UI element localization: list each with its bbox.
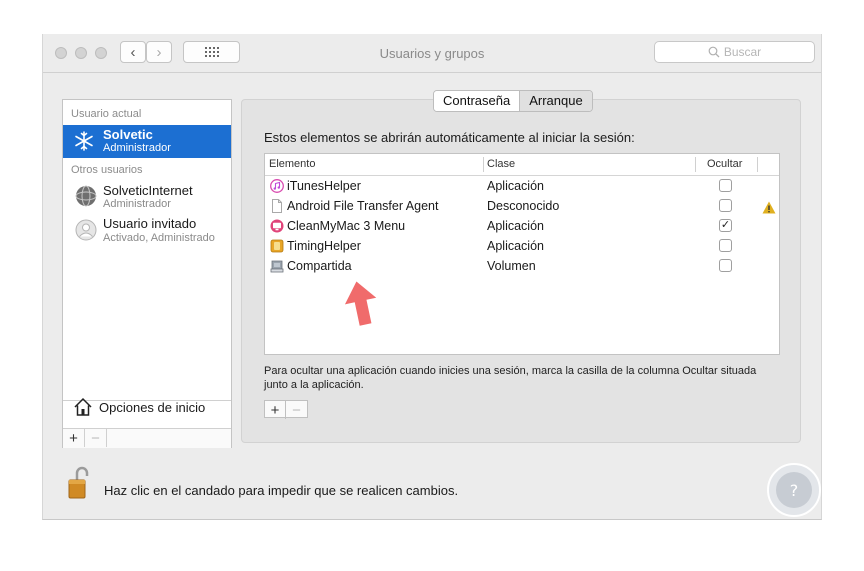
login-items-add-remove: + − [264,400,308,419]
guest-avatar-icon [75,219,97,241]
title-bar: ‹ › Usuarios y grupos Buscar [43,34,821,73]
login-items-table[interactable]: Elemento Clase Ocultar iTunesHelper Apli… [264,153,780,355]
item-name: CleanMyMac 3 Menu [287,219,406,233]
user-role: Activado, Administrado [103,232,215,244]
item-class: Aplicación [487,179,544,193]
table-row[interactable]: iTunesHelper Aplicación [265,176,779,196]
hide-checkbox[interactable] [719,239,732,252]
search-field[interactable]: Buscar [654,41,815,63]
current-user-heading: Usuario actual [71,108,142,120]
add-user-button[interactable]: + [63,429,85,447]
sidebar-item-solveticinternet[interactable]: SolveticInternet Administrador [63,180,231,212]
login-options-label: Opciones de inicio [99,400,206,415]
column-divider [483,157,484,172]
login-items-intro: Estos elementos se abrirán automáticamen… [264,130,635,145]
item-name: Android File Transfer Agent [287,199,439,213]
unlocked-padlock-icon[interactable] [67,466,89,500]
item-name: iTunesHelper [287,179,361,193]
user-role: Administrador [103,142,171,154]
column-header-class[interactable]: Clase [487,158,515,170]
sidebar-item-solvetic[interactable]: Solvetic Administrador [63,125,231,158]
tab-password[interactable]: Contraseña [434,91,520,111]
table-row[interactable]: CleanMyMac 3 Menu Aplicación ✓ [265,216,779,236]
preferences-window: ‹ › Usuarios y grupos Buscar Usuario act… [42,34,822,520]
itunes-icon [270,179,284,193]
user-name: Usuario invitado [103,216,197,231]
column-divider [757,157,758,172]
up-arrow-annotation-icon [344,281,377,326]
item-name: Compartida [287,259,352,273]
remove-login-item-button[interactable]: − [286,401,307,419]
warning-icon [762,201,776,214]
sidebar-add-remove: + − [63,428,231,448]
other-users-heading: Otros usuarios [71,164,143,176]
hide-checkbox[interactable]: ✓ [719,219,732,232]
users-sidebar: Usuario actual Solvetic Administrador Ot… [62,99,232,448]
table-row[interactable]: Android File Transfer Agent Desconocido [265,196,779,216]
item-class: Volumen [487,259,536,273]
snowflake-avatar-icon [75,131,93,151]
item-class: Aplicación [487,239,544,253]
volume-icon [270,260,284,273]
hide-checkbox[interactable] [719,259,732,272]
lock-message: Haz clic en el candado para impedir que … [104,483,459,498]
help-watermark-logo: ? [767,463,821,517]
remove-user-button[interactable]: − [85,429,107,447]
item-class: Desconocido [487,199,560,213]
document-icon [272,199,282,213]
column-header-hide[interactable]: Ocultar [707,158,742,170]
hide-instructions: Para ocultar una aplicación cuando inici… [264,365,757,391]
timing-icon [270,239,284,253]
add-login-item-button[interactable]: + [265,401,287,419]
tab-bar: Contraseña Arranque [433,90,593,112]
column-divider [695,157,696,172]
sidebar-item-guest[interactable]: Usuario invitado Activado, Administrado [63,214,231,246]
svg-text:?: ? [790,481,799,500]
user-name: Solvetic [103,127,153,142]
house-icon [74,397,92,416]
hide-checkbox[interactable] [719,199,732,212]
globe-avatar-icon [75,185,97,207]
table-row[interactable]: TimingHelper Aplicación [265,236,779,256]
tab-login-items[interactable]: Arranque [519,91,592,111]
table-header: Elemento Clase Ocultar [265,154,779,176]
user-name: SolveticInternet [103,183,193,198]
search-icon [708,46,720,58]
user-role: Administrador [103,198,171,210]
search-placeholder: Buscar [723,45,762,59]
cleanmymac-icon [270,219,284,233]
item-class: Aplicación [487,219,544,233]
hide-checkbox[interactable] [719,179,732,192]
table-row[interactable]: Compartida Volumen [265,256,779,276]
column-header-element[interactable]: Elemento [269,158,315,170]
item-name: TimingHelper [287,239,361,253]
